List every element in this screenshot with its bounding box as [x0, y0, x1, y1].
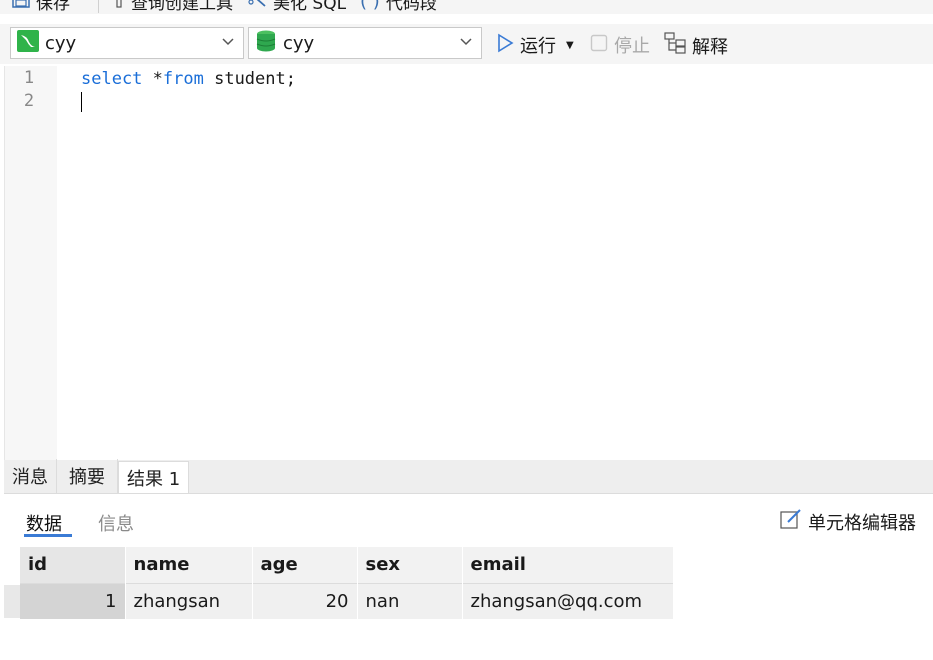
- line-number: 1: [23, 68, 35, 88]
- tab-summary[interactable]: 摘要: [57, 459, 118, 493]
- chevron-down-icon: [459, 34, 473, 52]
- table-row[interactable]: 1 zhangsan 20 nan zhangsan@qq.com: [20, 583, 674, 619]
- grid-cell[interactable]: 1: [20, 583, 126, 619]
- sql-keyword: from: [162, 69, 204, 89]
- text-cursor: [81, 92, 82, 112]
- explain-button[interactable]: 解释: [664, 32, 728, 59]
- connection-select[interactable]: cyy: [10, 27, 244, 59]
- main-toolbar: 保存 查询创建工具 美化 SQL ( ) 代码段: [0, 0, 933, 14]
- result-subtabs: 数据 信息 单元格编辑器: [4, 494, 933, 544]
- cell-editor-label: 单元格编辑器: [808, 512, 916, 534]
- database-select[interactable]: cyy: [248, 27, 482, 59]
- grid-cell[interactable]: zhangsan: [125, 583, 253, 619]
- stop-icon: [590, 34, 608, 57]
- toolbar-divider: [98, 0, 99, 13]
- sql-editor[interactable]: 1 2 select *from student;: [4, 66, 933, 460]
- grid-cell[interactable]: zhangsan@qq.com: [462, 583, 674, 619]
- code-snippet-button[interactable]: ( ) 代码段: [360, 0, 437, 14]
- grid-cell[interactable]: 20: [252, 583, 358, 619]
- connection-toolbar: cyy cyy 运行 ▼ 停止 解释: [0, 24, 933, 64]
- database-value: cyy: [283, 32, 315, 54]
- run-button[interactable]: 运行 ▼: [496, 32, 574, 58]
- query-builder-button[interactable]: 查询创建工具: [113, 0, 233, 14]
- database-icon: [255, 29, 277, 58]
- cell-editor-button[interactable]: 单元格编辑器: [780, 508, 916, 535]
- parentheses-icon: ( ): [360, 0, 380, 12]
- caret-down-icon[interactable]: ▼: [566, 40, 574, 51]
- column-header[interactable]: sex: [357, 547, 463, 583]
- column-header[interactable]: email: [462, 547, 674, 583]
- run-label: 运行: [520, 36, 556, 57]
- subtab-data[interactable]: 数据: [26, 510, 62, 536]
- result-panel-tabs: 消息 摘要 结果 1: [4, 459, 933, 494]
- beautify-sql-label: 美化 SQL: [273, 0, 347, 14]
- line-number: 2: [23, 91, 35, 111]
- sql-token: student;: [203, 69, 296, 89]
- sql-token: *: [142, 69, 163, 89]
- mysql-connection-icon: [17, 29, 39, 57]
- save-button[interactable]: 保存: [12, 0, 70, 14]
- code-snippet-label: 代码段: [385, 0, 437, 14]
- grid-cell[interactable]: nan: [357, 583, 463, 619]
- connection-value: cyy: [45, 32, 77, 54]
- result-grid: id name age sex email 1 zhangsan 20 nan …: [20, 547, 674, 619]
- query-builder-icon: [113, 0, 125, 13]
- line-number-gutter: 1 2: [5, 66, 57, 460]
- tab-messages[interactable]: 消息: [4, 459, 57, 493]
- save-icon: [12, 0, 30, 13]
- row-selector[interactable]: [4, 585, 20, 618]
- magic-wand-icon: [247, 0, 267, 13]
- stop-label: 停止: [614, 36, 650, 57]
- column-header[interactable]: age: [252, 547, 358, 583]
- play-icon: [496, 33, 514, 58]
- column-header[interactable]: name: [125, 547, 253, 583]
- query-builder-label: 查询创建工具: [131, 0, 233, 14]
- sql-code-line: select *from student;: [81, 68, 296, 91]
- stop-button[interactable]: 停止: [590, 32, 650, 58]
- sql-keyword: select: [81, 69, 143, 89]
- chevron-down-icon: [221, 34, 235, 52]
- save-label: 保存: [36, 0, 70, 14]
- explain-label: 解释: [692, 36, 728, 58]
- active-subtab-indicator: [24, 534, 72, 537]
- beautify-sql-button[interactable]: 美化 SQL: [247, 0, 346, 14]
- edit-icon: [780, 508, 802, 535]
- column-header[interactable]: id: [20, 547, 126, 583]
- tab-result-1[interactable]: 结果 1: [118, 461, 190, 493]
- subtab-info[interactable]: 信息: [98, 510, 134, 536]
- explain-icon: [664, 32, 688, 59]
- grid-header-row: id name age sex email: [20, 547, 674, 583]
